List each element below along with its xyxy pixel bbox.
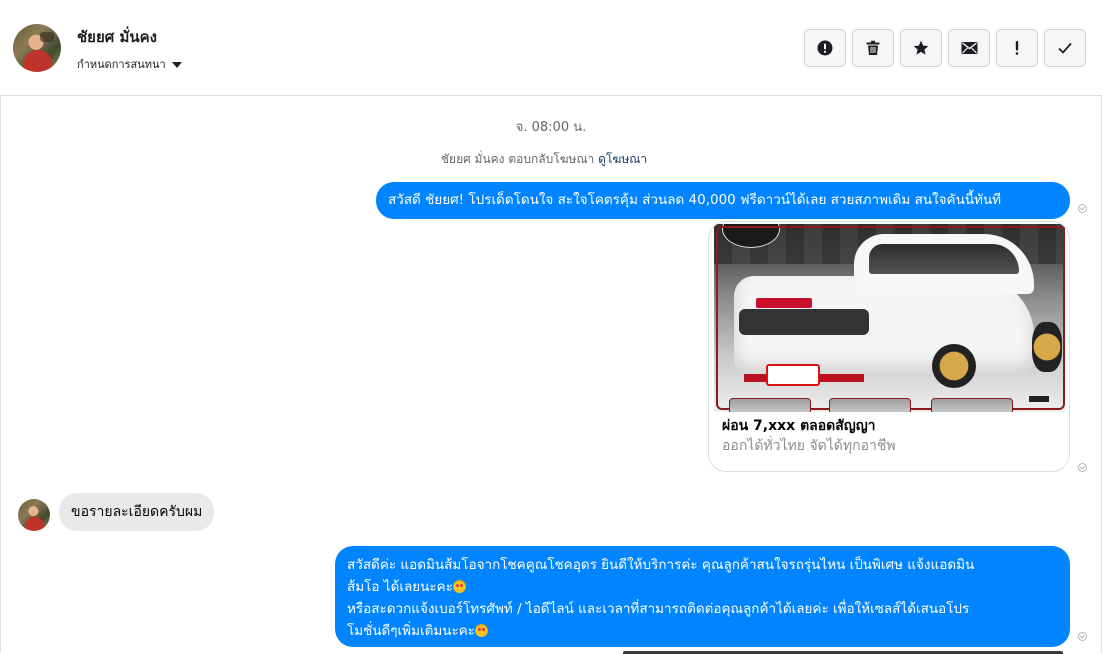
delete-button[interactable] [852, 29, 894, 67]
ad-card[interactable]: ผ่อน 7,xxx ตลอดสัญญา ออกได้ทั่วไทย จัดได… [708, 221, 1070, 472]
ad-reply-text: ชัยยศ มั่นคง ตอบกลับโฆษณา [440, 152, 595, 166]
assign-conversation-label: กำหนดการสนทนา [77, 58, 166, 71]
ad-card-subtitle: ออกได้ทั่วไทย จัดได้ทุกอาชีพ [722, 438, 896, 454]
assign-conversation-dropdown[interactable]: กำหนดการสนทนา [77, 55, 182, 73]
star-icon [913, 40, 929, 55]
message-line: สวัสดีค่ะ แอดมินส้มโอจากโชคคูณโชคอุดร ยิ… [347, 557, 975, 573]
conversation-header: ชัยยศ มั่นคง กำหนดการสนทนา [0, 0, 1102, 96]
message-line: ส้มโอ ได้เลยนะคะ [347, 576, 1058, 598]
message-line: โมชั่นดีๆเพิ่มเติมนะคะ [347, 620, 1058, 642]
alert-circle-icon [817, 40, 833, 56]
thumbnail [931, 398, 1013, 412]
contact-avatar[interactable] [13, 24, 61, 72]
thumbnail-strip [719, 398, 1019, 412]
message-timestamp: จ. 08:00 น. [515, 120, 587, 135]
exclamation-icon [1015, 41, 1019, 55]
conversation-toolbar [804, 29, 1086, 67]
message-line: หรือสะดวกแจ้งเบอร์โทรศัพท์ / ไอดีไลน์ แล… [347, 601, 970, 617]
chevron-down-icon [171, 61, 182, 68]
seen-icon [1078, 632, 1087, 641]
smiling-face-with-hearts-icon [475, 624, 489, 637]
incoming-message: ขอรายละเอียดครับผม [59, 493, 215, 531]
ad-car-image[interactable] [714, 224, 1065, 412]
image-border [716, 226, 1065, 410]
star-button[interactable] [900, 29, 942, 67]
outgoing-message: สวัสดีค่ะ แอดมินส้มโอจากโชคคูณโชคอุดร ยิ… [335, 546, 1070, 647]
smiling-face-with-hearts-icon [452, 580, 466, 593]
mark-unread-button[interactable] [948, 29, 990, 67]
view-ad-link[interactable]: ดูโฆษณา [598, 152, 647, 166]
thumbnail [729, 398, 811, 412]
trash-icon [866, 40, 880, 55]
report-spam-button[interactable] [804, 29, 846, 67]
thumbnail [829, 398, 911, 412]
mark-done-button[interactable] [1044, 29, 1086, 67]
ad-reply-notice: ชัยยศ มั่นคง ตอบกลับโฆษณา ดูโฆษณา [0, 150, 1088, 169]
contact-name[interactable]: ชัยยศ มั่นคง [77, 25, 157, 49]
check-icon [1058, 42, 1072, 54]
outgoing-message: สวัสดี ชัยยศ! โปรเด็ดโดนใจ สะใจโคตรคุ้ม … [376, 182, 1070, 219]
seen-icon [1078, 463, 1087, 472]
contact-avatar-small[interactable] [18, 499, 50, 531]
follow-up-button[interactable] [996, 29, 1038, 67]
envelope-icon [961, 42, 977, 54]
seen-icon [1078, 204, 1087, 213]
ad-card-title: ผ่อน 7,xxx ตลอดสัญญา [722, 418, 876, 434]
